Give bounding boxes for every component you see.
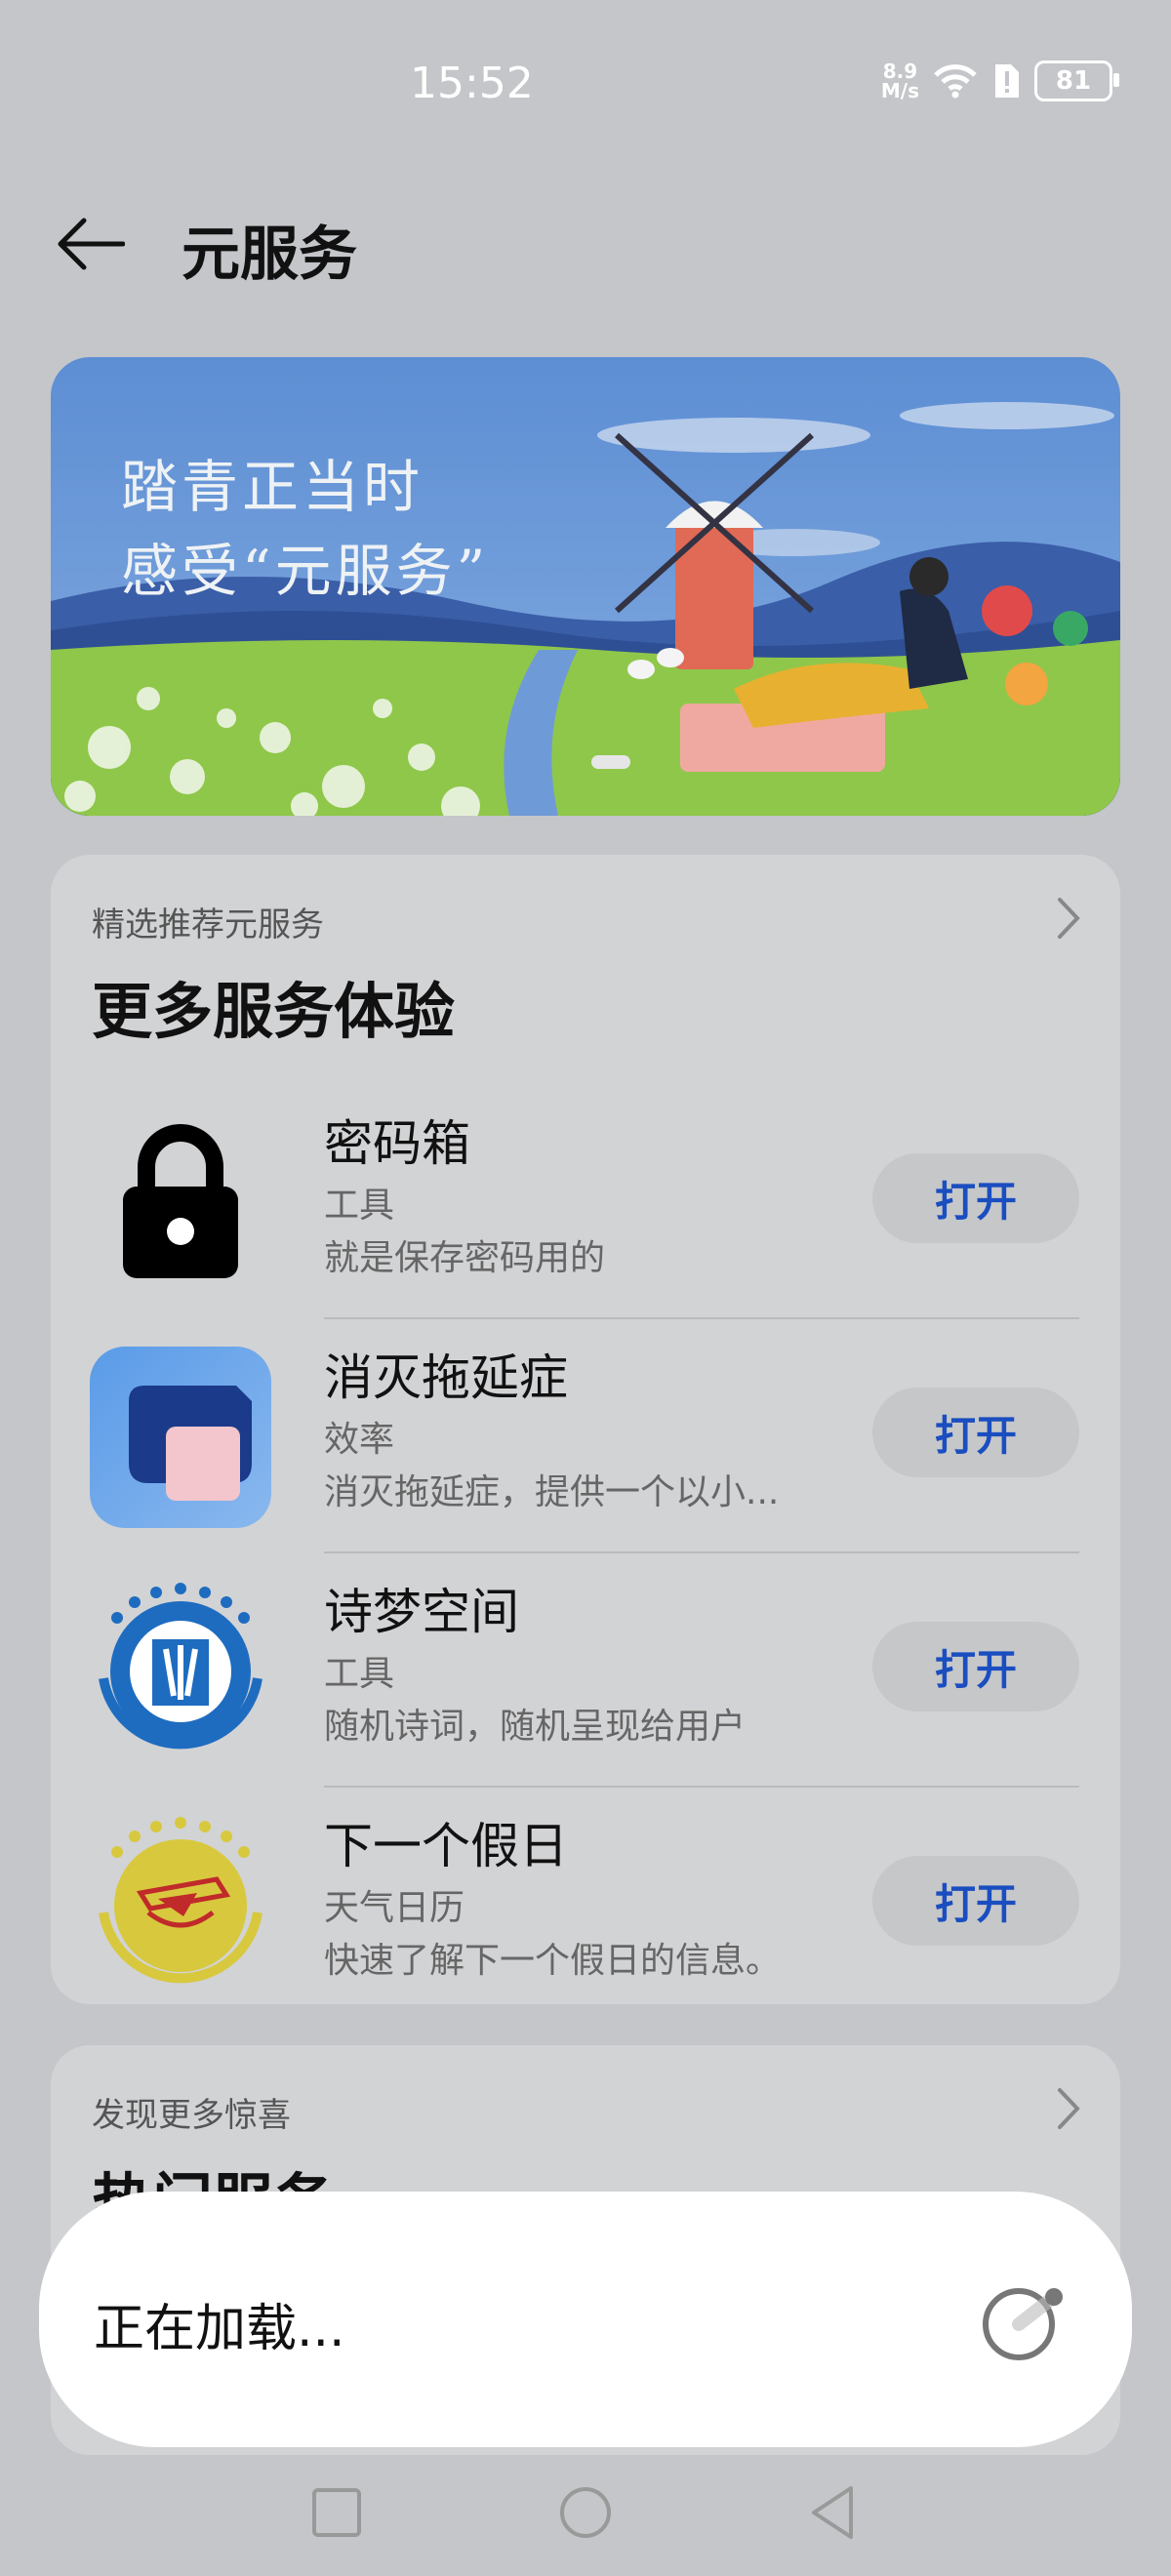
discover-subtitle: 发现更多惊喜 (92, 2096, 291, 2135)
page-title: 元服务 (182, 221, 357, 289)
loading-spinner-icon (983, 2288, 1063, 2360)
recent-apps-icon[interactable] (303, 2478, 371, 2547)
service-description: 随机诗词，随机呈现给用户 (324, 1707, 747, 1747)
chevron-right-icon[interactable] (1054, 894, 1083, 943)
procrastination-app-icon (90, 1347, 271, 1528)
loading-text: 正在加载... (94, 2300, 345, 2358)
service-name: 密码箱 (324, 1115, 470, 1172)
back-arrow-icon[interactable] (55, 215, 125, 273)
service-name: 消灭拖延症 (324, 1349, 568, 1406)
featured-subtitle: 精选推荐元服务 (92, 906, 324, 945)
banner-page-indicator (591, 755, 630, 769)
open-button[interactable]: 打开 (872, 1622, 1079, 1711)
list-item[interactable]: 消灭拖延症 效率 消灭拖延症，提供一个以小... 打开 (51, 1319, 1120, 1553)
chevron-right-icon[interactable] (1054, 2084, 1083, 2133)
service-description: 消灭拖延症，提供一个以小... (324, 1472, 780, 1512)
featured-title: 更多服务体验 (92, 976, 456, 1047)
service-category: 工具 (324, 1186, 395, 1226)
service-category: 效率 (324, 1420, 395, 1460)
holiday-app-icon (99, 1817, 262, 1984)
service-description: 就是保存密码用的 (324, 1238, 606, 1278)
banner-text: 踏青正当时 感受“元服务” (121, 454, 490, 604)
lock-icon (123, 1124, 238, 1278)
status-time: 15:52 (410, 59, 534, 108)
list-item[interactable]: 诗梦空间 工具 随机诗词，随机呈现给用户 打开 (51, 1553, 1120, 1788)
network-speed: 8.9 M/s (880, 60, 919, 102)
service-name: 诗梦空间 (324, 1584, 519, 1640)
service-description: 快速了解下一个假日的信息。 (324, 1941, 782, 1981)
open-button[interactable]: 打开 (872, 1388, 1079, 1477)
list-item[interactable]: 下一个假日 天气日历 快速了解下一个假日的信息。 打开 (51, 1788, 1120, 2022)
battery-indicator: 81 (1034, 60, 1119, 101)
promo-banner[interactable]: 踏青正当时 感受“元服务” (51, 357, 1120, 816)
service-category: 天气日历 (324, 1888, 465, 1928)
loading-dialog: 正在加载... (39, 2192, 1132, 2447)
status-icons: 8.9 M/s 81 (880, 60, 1119, 102)
back-nav-icon[interactable] (800, 2478, 868, 2547)
list-item[interactable]: 密码箱 工具 就是保存密码用的 打开 (51, 1085, 1120, 1319)
service-name: 下一个假日 (324, 1818, 568, 1874)
open-button[interactable]: 打开 (872, 1153, 1079, 1243)
sim-alert-icon (995, 64, 1019, 98)
service-category: 工具 (324, 1654, 395, 1694)
open-button[interactable]: 打开 (872, 1856, 1079, 1946)
home-icon[interactable] (551, 2478, 620, 2547)
wifi-icon (934, 64, 977, 99)
poetry-app-icon (99, 1583, 262, 1750)
featured-services-card: 精选推荐元服务 更多服务体验 密码箱 工具 就是保存密码用的 打开 消灭拖延症 … (51, 855, 1120, 2004)
